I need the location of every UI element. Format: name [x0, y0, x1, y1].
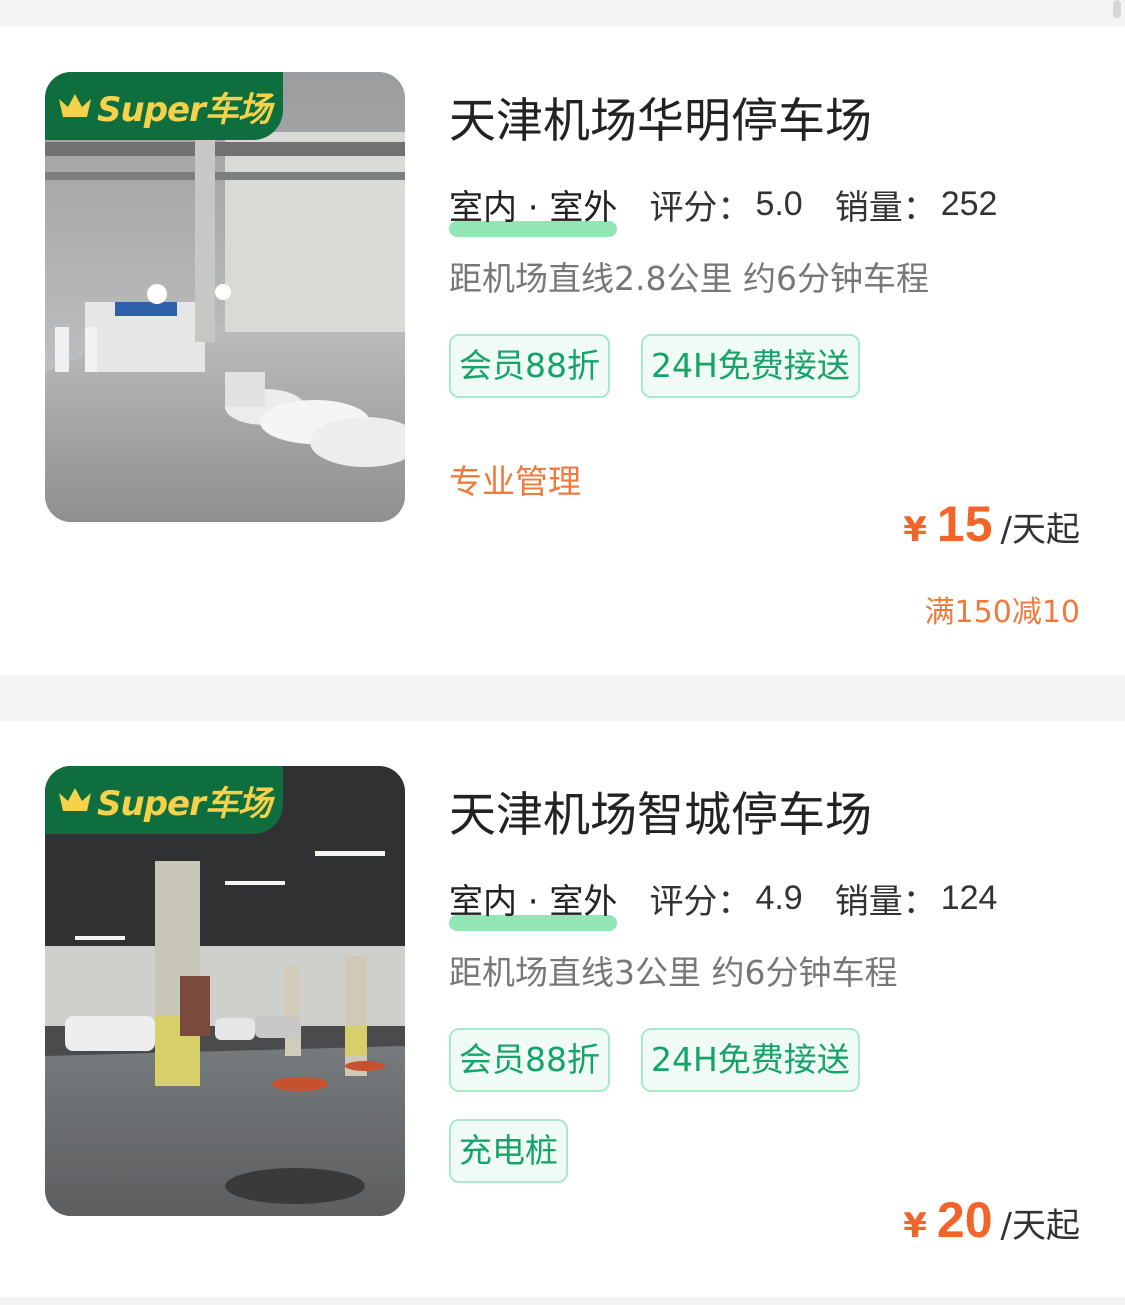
lot-type-label: 室内 · 室外 — [449, 187, 618, 228]
super-lot-badge: Super车场 — [45, 72, 283, 140]
parking-lot-meta: 室内 · 室外 评分： 4.9 销量： 124 — [449, 874, 998, 931]
price-unit: /天起 — [1000, 1206, 1080, 1246]
sales-value: 252 — [940, 184, 998, 223]
price-amount: 15 — [936, 496, 993, 552]
tag-charging-pile: 充电桩 — [449, 1119, 568, 1183]
currency-symbol: ¥ — [903, 510, 927, 550]
parking-lot-name[interactable]: 天津机场华明停车场 — [449, 82, 872, 151]
badge-label: Super车场 — [97, 89, 272, 130]
badge-label: Super车场 — [97, 783, 272, 824]
scrollbar[interactable] — [1113, 0, 1121, 18]
feature-text: 专业管理 — [449, 462, 581, 501]
crown-icon — [59, 94, 91, 117]
crown-icon — [59, 788, 91, 811]
price: ¥ 15 /天起 — [903, 495, 1080, 553]
price: ¥ 20 /天起 — [903, 1191, 1080, 1249]
parking-lot-meta: 室内 · 室外 评分： 5.0 销量： 252 — [449, 180, 998, 237]
parking-lot-photo[interactable]: Super车场 — [45, 72, 405, 522]
sales-value: 124 — [940, 878, 998, 917]
tag-free-shuttle: 24H免费接送 — [641, 1028, 860, 1092]
rating-value: 4.9 — [755, 878, 803, 917]
rating-label: 评分： — [649, 187, 752, 228]
tag-free-shuttle: 24H免费接送 — [641, 334, 860, 398]
sales-label: 销量： — [834, 187, 937, 228]
parking-lot-name[interactable]: 天津机场智城停车场 — [449, 776, 872, 845]
parking-lot-photo[interactable]: Super车场 — [45, 766, 405, 1216]
rating-value: 5.0 — [755, 184, 803, 223]
distance-info: 距机场直线2.8公里 约6分钟车程 — [449, 259, 929, 298]
parking-listing-card[interactable]: Super车场 天津机场华明停车场 室内 · 室外 评分： 5.0 销量： 25… — [0, 27, 1125, 675]
tag-member-discount: 会员88折 — [449, 334, 610, 398]
sales-label: 销量： — [834, 881, 937, 922]
lot-type-label: 室内 · 室外 — [449, 881, 618, 922]
super-lot-badge: Super车场 — [45, 766, 283, 834]
price-unit: /天起 — [1000, 510, 1080, 550]
lot-type: 室内 · 室外 — [449, 874, 618, 931]
currency-symbol: ¥ — [903, 1206, 927, 1246]
tag-member-discount: 会员88折 — [449, 1028, 610, 1092]
distance-info: 距机场直线3公里 约6分钟车程 — [449, 953, 898, 992]
price-amount: 20 — [936, 1192, 993, 1248]
lot-type: 室内 · 室外 — [449, 180, 618, 237]
parking-listing-card[interactable]: Super车场 天津机场智城停车场 室内 · 室外 评分： 4.9 销量： 12… — [0, 721, 1125, 1297]
rating-label: 评分： — [649, 881, 752, 922]
discount-text: 满150减10 — [924, 595, 1080, 630]
